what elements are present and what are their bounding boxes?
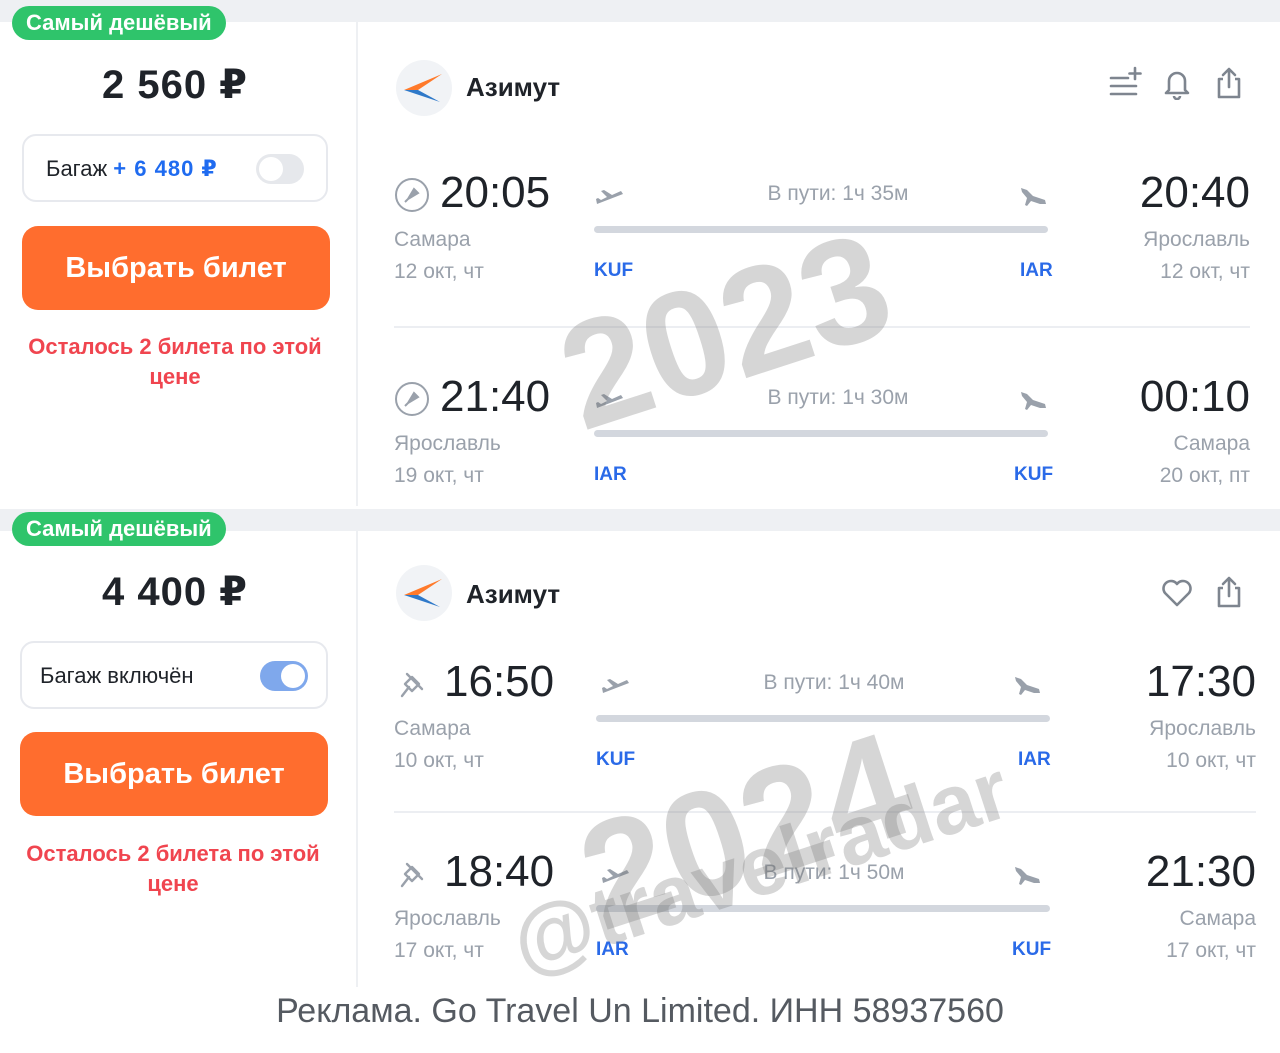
route-line — [594, 226, 1048, 233]
arrival-airport-code: KUF — [1012, 939, 1052, 960]
route-line — [596, 715, 1050, 722]
departure-time: 18:40 — [444, 847, 555, 896]
arrival-city: Ярославль — [1149, 717, 1256, 740]
arrival-time: 20:40 — [1139, 168, 1250, 217]
toggle-knob — [281, 664, 305, 688]
select-ticket-button[interactable]: Выбрать билет — [20, 732, 328, 816]
arrival-airport-code: KUF — [1014, 464, 1054, 485]
takeoff-icon — [594, 386, 626, 418]
arrival-city: Самара — [1179, 907, 1256, 930]
arrival-city: Ярославль — [1143, 228, 1250, 251]
price: 2 560 ₽ — [101, 63, 249, 107]
duration: В пути: 1ч 30м — [767, 386, 909, 409]
bell-icon[interactable] — [1160, 66, 1194, 101]
arrival-city: Самара — [1173, 432, 1250, 455]
segment-divider — [394, 811, 1256, 813]
ad-disclaimer: Реклама. Go Travel Un Limited. ИНН 58937… — [276, 992, 1004, 1030]
route-line — [596, 905, 1050, 912]
pin-icon[interactable] — [394, 666, 430, 702]
arrival-time: 21:30 — [1145, 847, 1256, 896]
offer-summary: 2 560 ₽ Багаж + 6 480 ₽ Выбрать билет Ос… — [0, 22, 358, 506]
airline-name: Азимут — [466, 579, 561, 609]
departure-city: Самара — [394, 228, 471, 251]
duration: В пути: 1ч 35м — [767, 182, 909, 205]
landing-icon — [1018, 386, 1050, 418]
landing-icon — [1018, 182, 1050, 214]
departure-airport-code: KUF — [594, 260, 634, 281]
pin-icon[interactable] — [394, 856, 430, 892]
baggage-option[interactable]: Багаж включён — [20, 641, 328, 709]
segment-divider — [394, 326, 1250, 328]
flight-segment: 18:40 Ярославль 17 окт, чт В пути: 1ч 50… — [394, 847, 1256, 997]
arrival-airport-code: IAR — [1020, 260, 1053, 281]
share-icon[interactable] — [1212, 66, 1246, 100]
airline-logo — [396, 60, 452, 116]
flight-segment: 16:50 Самара 10 окт, чт В пути: 1ч 40м K… — [394, 657, 1256, 807]
itinerary: Азимут 20:05 Самара 12 окт, чт В пути: 1 — [360, 22, 1280, 506]
card-actions — [1108, 66, 1246, 101]
cheapest-badge: Самый дешёвый — [12, 6, 226, 40]
airline-name: Азимут — [466, 72, 561, 102]
select-ticket-button[interactable]: Выбрать билет — [22, 226, 330, 310]
cheapest-badge: Самый дешёвый — [12, 512, 226, 546]
departure-time: 20:05 — [440, 168, 551, 217]
baggage-label: Багаж — [46, 156, 108, 181]
arrival-airport-code: IAR — [1018, 749, 1051, 770]
seats-left-warning: Осталось 2 билета по этой цене — [28, 334, 322, 389]
pin-icon[interactable] — [394, 381, 430, 417]
pin-icon[interactable] — [394, 177, 430, 213]
itinerary: Азимут 16:50 Самара 10 окт, чт В пути: 1… — [360, 531, 1280, 987]
arrival-date: 17 окт, чт — [1166, 939, 1256, 962]
duration: В пути: 1ч 50м — [763, 861, 905, 884]
departure-date: 19 окт, чт — [394, 464, 484, 487]
arrival-time: 17:30 — [1145, 657, 1256, 706]
duration: В пути: 1ч 40м — [763, 671, 905, 694]
baggage-toggle[interactable] — [260, 661, 308, 691]
baggage-extra-price: + 6 480 ₽ — [113, 156, 218, 181]
arrival-date: 12 окт, чт — [1160, 260, 1250, 283]
flight-segment: 21:40 Ярославль 19 окт, чт В пути: 1ч 30… — [394, 372, 1250, 522]
departure-city: Ярославль — [394, 432, 501, 455]
offer-summary: 4 400 ₽ Багаж включён Выбрать билет Оста… — [0, 531, 358, 987]
flight-segment: 20:05 Самара 12 окт, чт В пути: 1ч 35м K… — [394, 168, 1250, 318]
offer-card: 2 560 ₽ Багаж + 6 480 ₽ Выбрать билет Ос… — [0, 0, 1280, 506]
baggage-option[interactable]: Багаж + 6 480 ₽ — [22, 134, 328, 202]
card-actions — [1160, 575, 1246, 609]
departure-time: 21:40 — [440, 372, 551, 421]
departure-date: 10 окт, чт — [394, 749, 484, 772]
departure-date: 17 окт, чт — [394, 939, 484, 962]
landing-icon — [1012, 861, 1044, 893]
departure-airport-code: IAR — [594, 464, 627, 485]
route-line — [594, 430, 1048, 437]
azimut-logo-icon — [404, 74, 442, 102]
airline-logo — [396, 565, 452, 621]
departure-date: 12 окт, чт — [394, 260, 484, 283]
departure-time: 16:50 — [444, 657, 555, 706]
departure-airport-code: IAR — [596, 939, 629, 960]
takeoff-icon — [594, 182, 626, 214]
azimut-logo-icon — [404, 579, 442, 607]
offer-card: 4 400 ₽ Багаж включён Выбрать билет Оста… — [0, 509, 1280, 987]
filter-add-icon[interactable] — [1108, 66, 1142, 100]
baggage-toggle[interactable] — [256, 154, 304, 184]
departure-city: Ярославль — [394, 907, 501, 930]
arrival-time: 00:10 — [1139, 372, 1250, 421]
baggage-label: Багаж включён — [40, 663, 194, 688]
toggle-knob — [259, 157, 283, 181]
share-icon[interactable] — [1212, 575, 1246, 609]
departure-city: Самара — [394, 717, 471, 740]
departure-airport-code: KUF — [596, 749, 636, 770]
arrival-date: 20 окт, пт — [1159, 464, 1250, 487]
arrival-date: 10 окт, чт — [1166, 749, 1256, 772]
landing-icon — [1012, 671, 1044, 703]
seats-left-warning: Осталось 2 билета по этой цене — [26, 841, 320, 896]
heart-icon[interactable] — [1160, 575, 1194, 609]
price: 4 400 ₽ — [101, 570, 249, 614]
